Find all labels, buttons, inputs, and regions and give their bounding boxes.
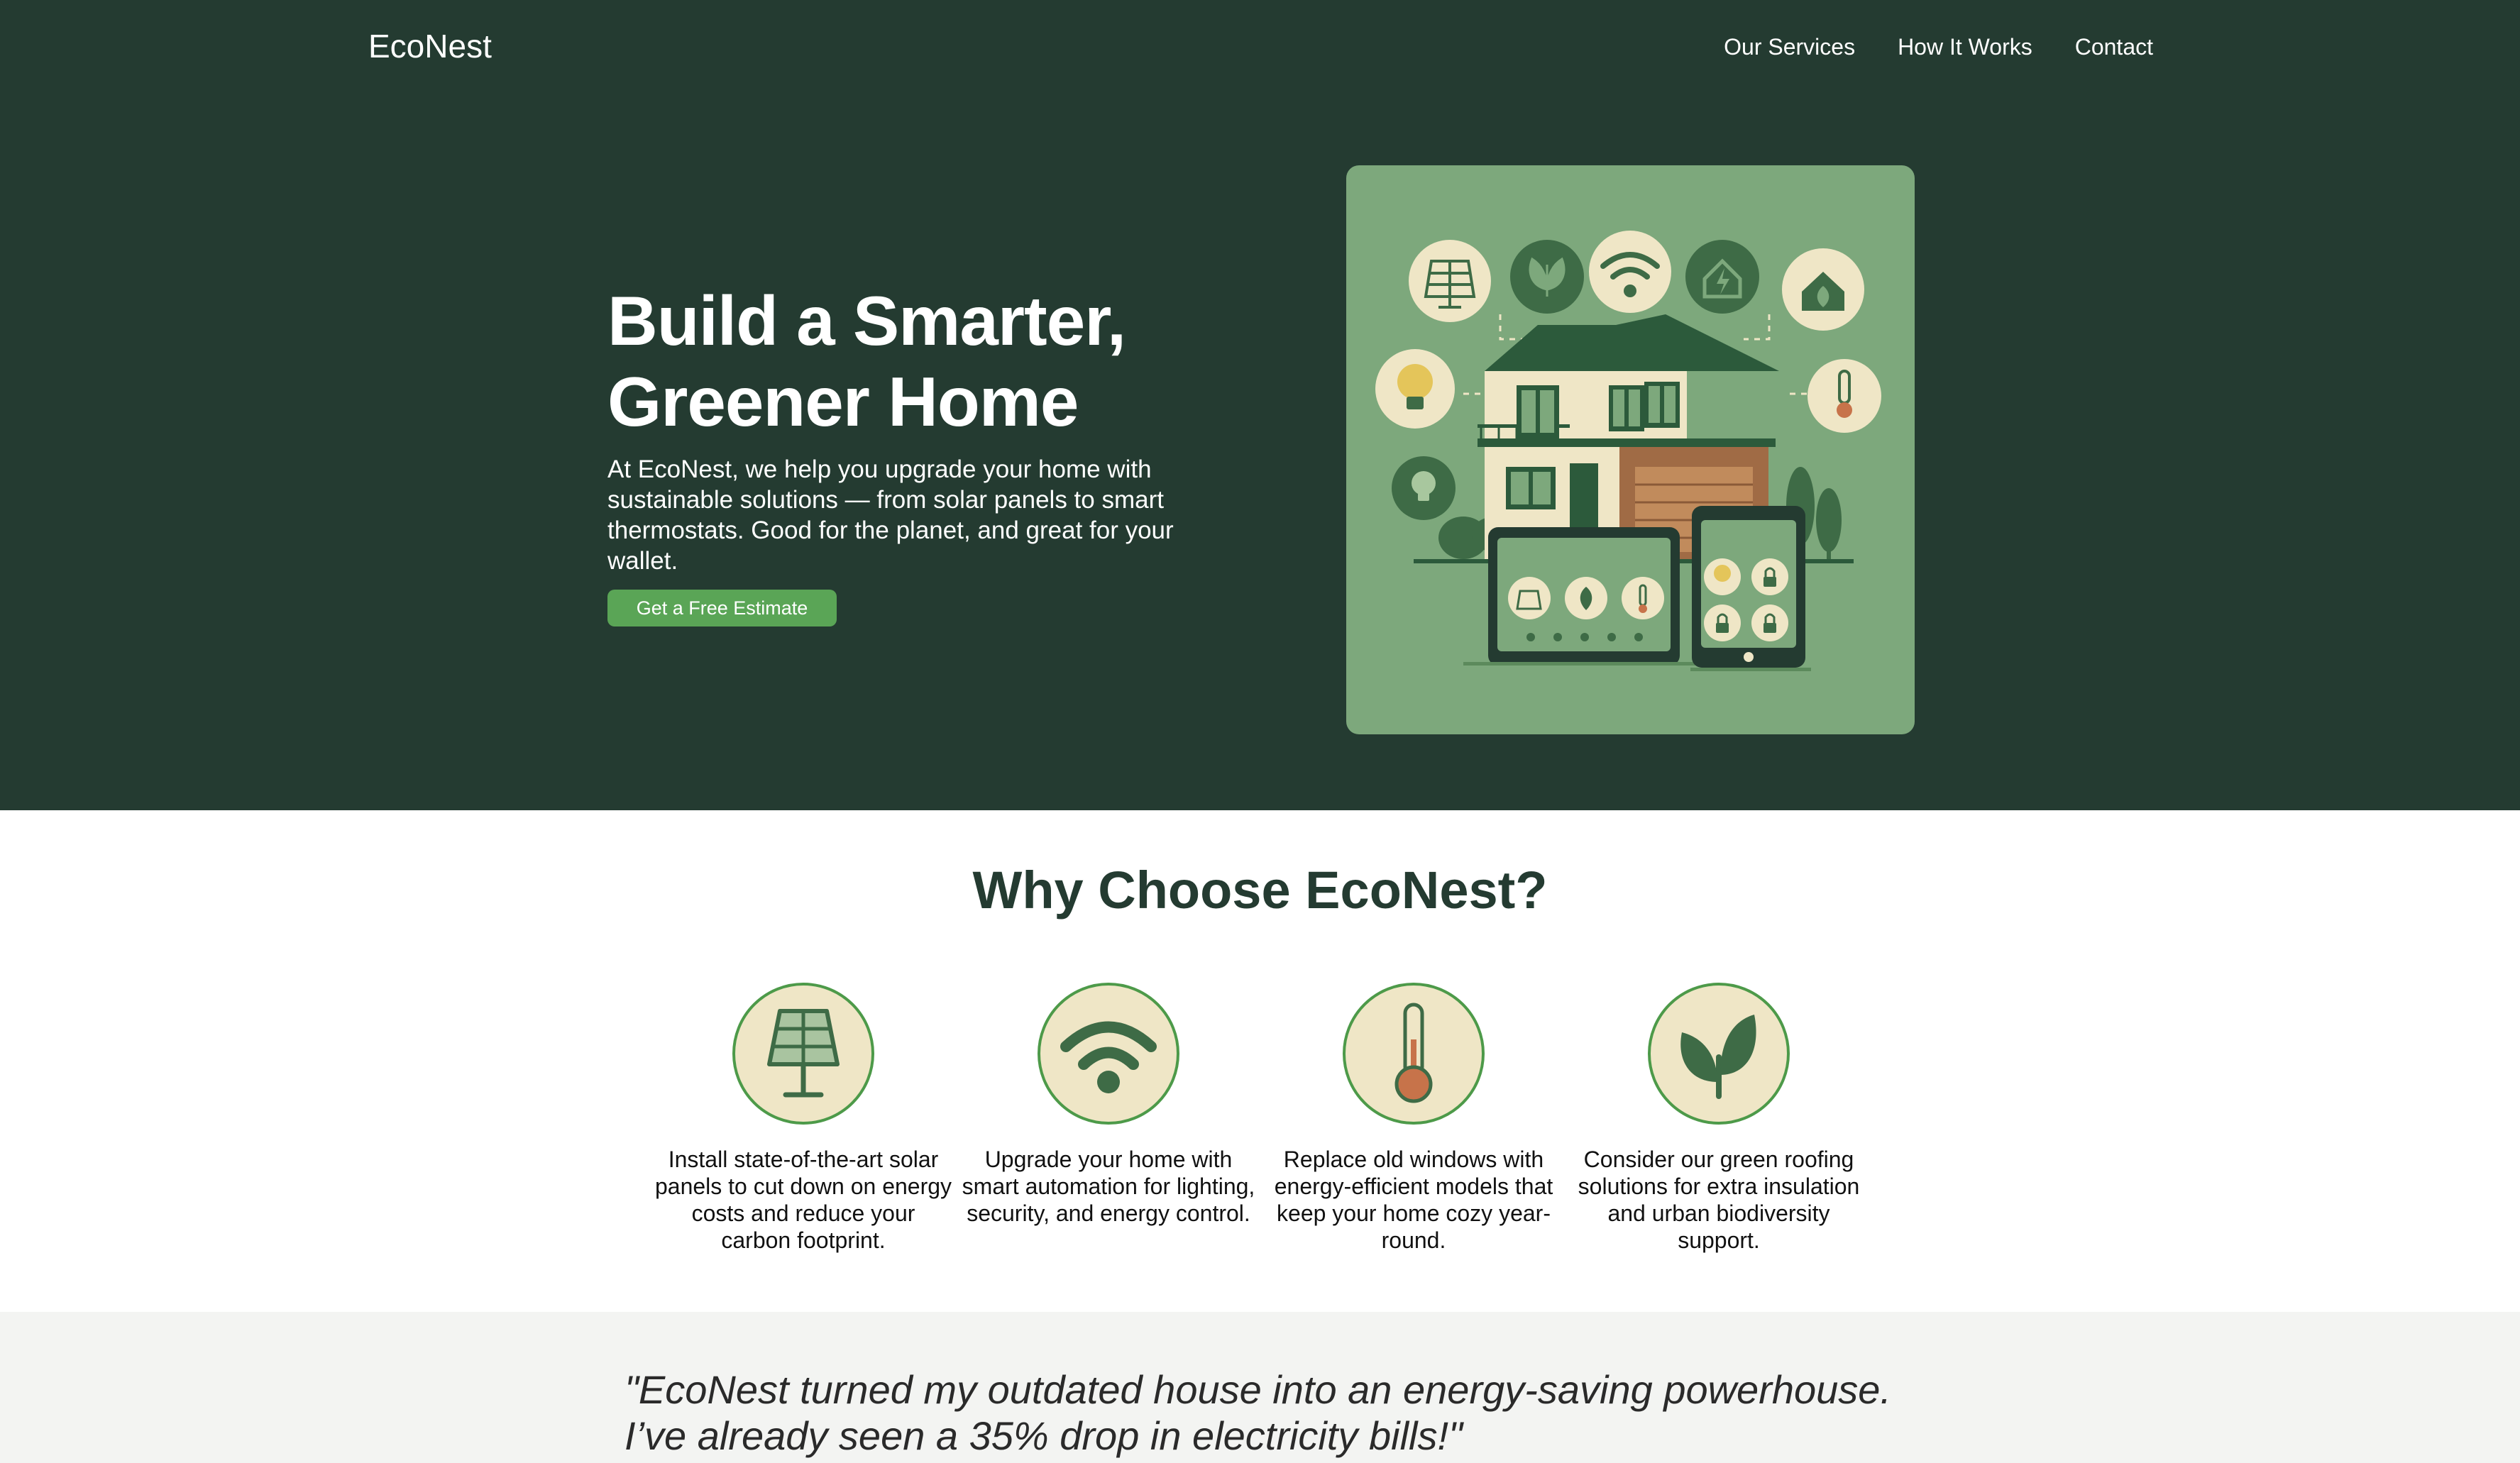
tablet-device [1463,527,1708,666]
thermometer-icon [1808,359,1881,433]
solar-panel-icon [1409,240,1491,322]
testimonial-quote: "EcoNest turned my outdated house into a… [625,1367,1891,1458]
lightbulb-icon [1375,349,1455,429]
hero-title-line-1: Build a Smarter, [607,282,1126,360]
feature-solar: Install state-of-the-art solar panels to… [654,983,952,1254]
feature-solar-text: Install state-of-the-art solar panels to… [654,1147,952,1253]
small-bulb-icon [1392,456,1456,520]
feature-smart-home-text: Upgrade your home with smart automation … [962,1147,1255,1226]
feature-green-roofing: Consider our green roofing solutions for… [1570,983,1868,1254]
thermometer-icon [1343,983,1485,1125]
feature-smart-home: Upgrade your home with smart automation … [959,983,1258,1227]
feature-windows-text: Replace old windows with energy-efficien… [1274,1147,1553,1253]
nav-how-it-works[interactable]: How It Works [1898,34,2032,60]
hero-section: EcoNest Our Services How It Works Contac… [0,0,2520,810]
hero-title: Build a Smarter, Greener Home [607,280,1246,442]
leaf-icon [1648,983,1790,1125]
hero-title-line-2: Greener Home [607,363,1079,441]
solar-panel-icon [732,983,874,1125]
eco-home-icon [1782,248,1864,331]
nav-contact[interactable]: Contact [2075,34,2153,60]
smart-home-illustration [1375,231,1881,671]
hero-description: At EcoNest, we help you upgrade your hom… [607,456,1174,575]
feature-windows: Replace old windows with energy-efficien… [1265,983,1563,1254]
why-choose-title: Why Choose EcoNest? [972,861,1548,920]
main-nav: Our Services How It Works Contact [1724,34,2153,60]
wifi-icon [1038,983,1179,1125]
brand-logo[interactable]: EcoNest [368,27,492,65]
wifi-icon [1589,231,1671,313]
phone-device [1690,506,1811,671]
energy-home-icon [1685,240,1759,314]
get-estimate-button[interactable]: Get a Free Estimate [607,590,837,626]
feature-green-roofing-text: Consider our green roofing solutions for… [1578,1147,1860,1253]
hero-illustration [1346,165,1915,734]
nav-our-services[interactable]: Our Services [1724,34,1855,60]
leaf-icon [1510,240,1584,314]
